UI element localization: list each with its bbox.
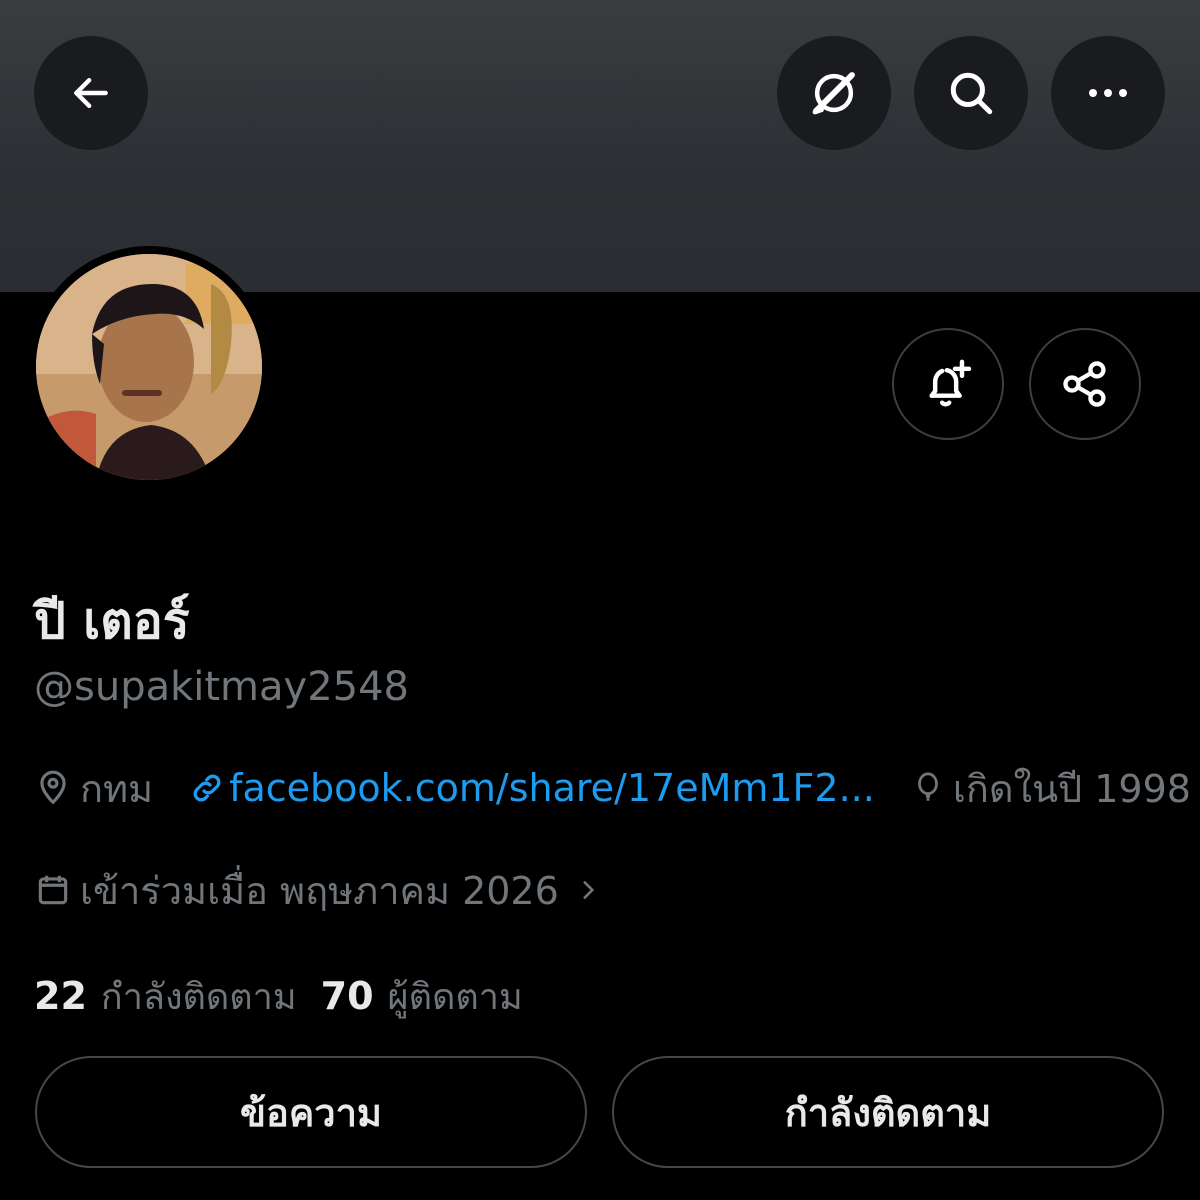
share-icon [1063,361,1106,407]
following-label[interactable]: กำลังติดตาม [101,968,297,1025]
profile-banner[interactable] [0,0,1200,292]
more-horizontal-icon [1089,89,1127,97]
calendar-icon [38,875,68,905]
location-pin-icon [40,770,66,805]
following-button[interactable]: กำลังติดตาม [612,1056,1164,1168]
chevron-right-icon [583,881,594,899]
link-icon [193,774,221,802]
joined-text: เข้าร่วมเมื่อ พฤษภาคม 2026 [80,868,559,913]
following-count[interactable]: 22 [34,974,87,1018]
location-item: กทม [34,758,153,819]
bell-plus-icon [929,359,972,407]
display-name: ปี เตอร์ [34,592,190,650]
grok-icon [812,72,855,115]
follow-stats: 22 กำลังติดตาม 70 ผู้ติดตาม [34,968,547,1024]
search-icon [950,72,993,115]
website-link-text[interactable]: facebook.com/share/17eMm1F2... [229,766,875,810]
username-handle: @supakitmay2548 [34,664,409,710]
more-options-button[interactable] [1051,36,1165,150]
search-button[interactable] [914,36,1028,150]
notify-button[interactable] [892,328,1004,440]
birth-item: เกิดในปี 1998 [911,758,1191,819]
profile-meta-row: กทม facebook.com/share/17eMm1F2... เกิดใ… [34,760,1191,816]
joined-date-item[interactable]: เข้าร่วมเมื่อ พฤษภาคม 2026 [34,862,601,918]
back-button[interactable] [34,36,148,150]
message-button[interactable]: ข้อความ [35,1056,587,1168]
grok-button[interactable] [777,36,891,150]
avatar-image [36,254,262,480]
followers-label[interactable]: ผู้ติดตาม [388,968,523,1025]
website-link[interactable]: facebook.com/share/17eMm1F2... [189,766,875,810]
location-text: กทม [80,766,154,811]
balloon-icon [917,772,938,801]
avatar[interactable] [28,246,270,488]
birth-text: เกิดในปี 1998 [952,766,1191,811]
arrow-left-icon [74,77,108,109]
share-button[interactable] [1029,328,1141,440]
avatar-photo-icon [36,254,262,480]
followers-count[interactable]: 70 [321,974,374,1018]
